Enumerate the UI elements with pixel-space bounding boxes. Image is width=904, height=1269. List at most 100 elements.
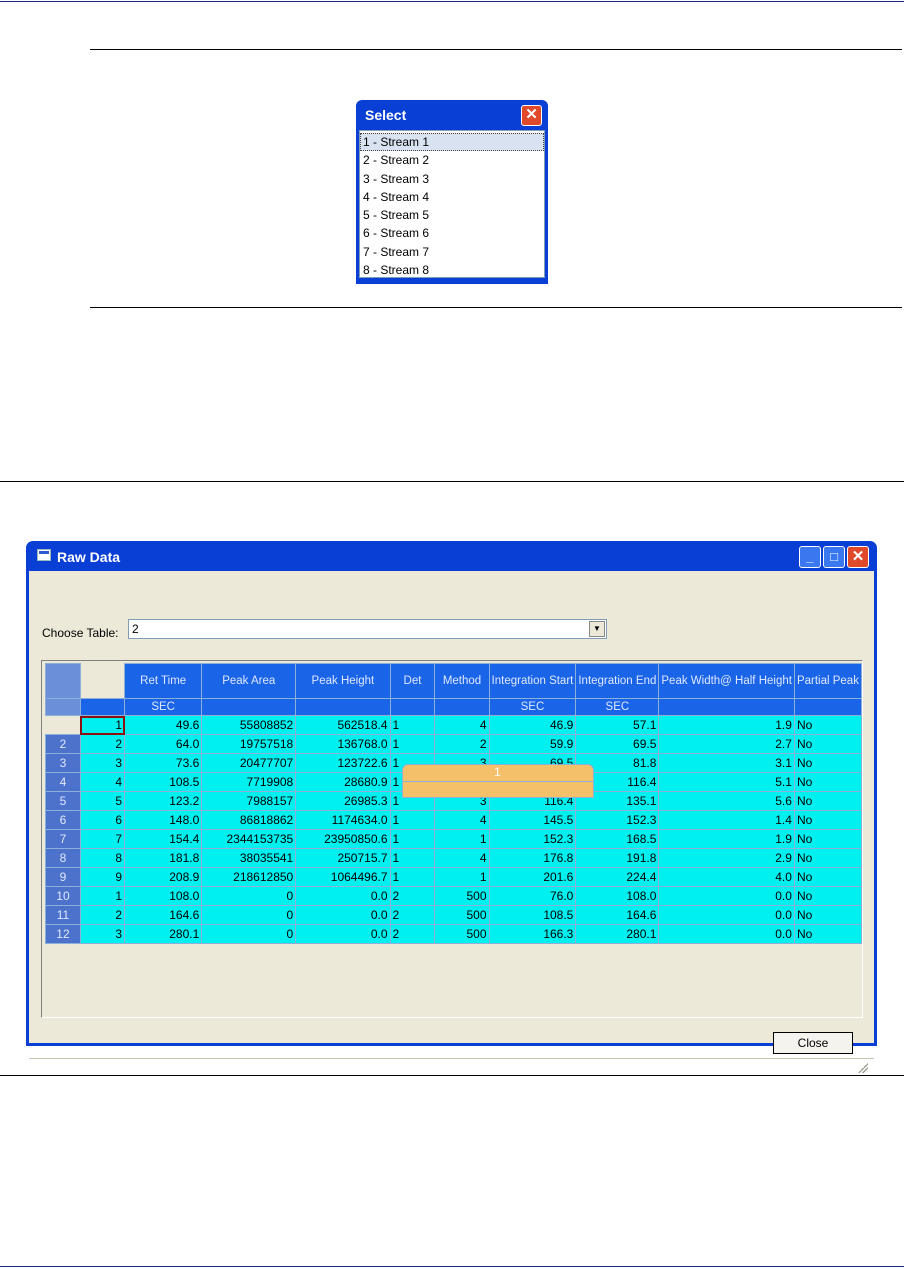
table-cell[interactable]: 5.1 bbox=[658, 772, 795, 792]
table-cell[interactable]: 5.6 bbox=[658, 791, 795, 811]
stream-list-item[interactable]: 6 - Stream 6 bbox=[360, 224, 544, 242]
table-cell[interactable]: 1 bbox=[79, 886, 126, 906]
row-header[interactable]: 2 bbox=[45, 734, 81, 754]
table-cell[interactable]: 20477707 bbox=[201, 753, 297, 773]
table-cell[interactable]: 136768.0 bbox=[295, 734, 391, 754]
table-cell[interactable]: No bbox=[793, 829, 863, 849]
table-cell[interactable]: No bbox=[793, 867, 863, 887]
stream-list[interactable]: 1 - Stream 1 2 - Stream 2 3 - Stream 3 4… bbox=[359, 130, 545, 278]
table-cell[interactable]: 57.1 bbox=[575, 715, 660, 735]
table-cell[interactable]: 7719908 bbox=[201, 772, 297, 792]
table-cell[interactable]: 3 bbox=[79, 924, 126, 944]
table-cell[interactable]: 152.3 bbox=[575, 810, 660, 830]
table-cell[interactable]: 3.1 bbox=[658, 753, 795, 773]
table-cell[interactable]: 280.1 bbox=[124, 924, 203, 944]
column-header[interactable]: Integration Start bbox=[488, 663, 577, 699]
table-cell[interactable]: 2.7 bbox=[658, 734, 795, 754]
table-cell[interactable]: 0.0 bbox=[295, 924, 391, 944]
stream-list-item[interactable]: 1 - Stream 1 bbox=[360, 133, 544, 152]
table-cell[interactable]: 280.1 bbox=[575, 924, 660, 944]
row-header[interactable]: 6 bbox=[45, 810, 81, 830]
table-cell[interactable]: 2 bbox=[79, 734, 126, 754]
table-cell[interactable]: 0.0 bbox=[295, 886, 391, 906]
table-cell[interactable]: 1064496.7 bbox=[295, 867, 391, 887]
table-cell[interactable]: 8 bbox=[79, 848, 126, 868]
table-cell[interactable]: 1174634.0 bbox=[295, 810, 391, 830]
table-cell[interactable]: 164.6 bbox=[575, 905, 660, 925]
table-cell[interactable]: No bbox=[793, 886, 863, 906]
table-cell[interactable]: 5 bbox=[79, 791, 126, 811]
table-cell[interactable]: 4 bbox=[434, 715, 490, 735]
row-header[interactable]: 10 bbox=[45, 886, 81, 906]
table-cell[interactable]: 38035541 bbox=[201, 848, 297, 868]
table-cell[interactable]: 28680.9 bbox=[295, 772, 391, 792]
table-cell[interactable]: 500 bbox=[434, 886, 490, 906]
table-cell[interactable]: 19757518 bbox=[201, 734, 297, 754]
table-cell[interactable]: 9 bbox=[79, 867, 126, 887]
table-cell[interactable]: 562518.4 bbox=[295, 715, 391, 735]
table-cell[interactable]: 0.0 bbox=[658, 905, 795, 925]
close-icon[interactable]: ✕ bbox=[847, 546, 869, 568]
table-cell[interactable]: 201.6 bbox=[488, 867, 577, 887]
table-cell[interactable]: 2 bbox=[389, 886, 436, 906]
select-dialog-titlebar[interactable]: Select ✕ bbox=[359, 100, 545, 130]
table-cell[interactable]: 500 bbox=[434, 924, 490, 944]
table-cell[interactable]: 0 bbox=[201, 905, 297, 925]
stream-list-item[interactable]: 7 - Stream 7 bbox=[360, 243, 544, 261]
row-header[interactable]: 5 bbox=[45, 791, 81, 811]
resize-grip-icon[interactable] bbox=[858, 1063, 868, 1073]
table-cell[interactable]: 0.0 bbox=[658, 886, 795, 906]
table-cell[interactable]: 181.8 bbox=[124, 848, 203, 868]
table-cell[interactable]: 108.5 bbox=[124, 772, 203, 792]
table-cell[interactable]: No bbox=[793, 848, 863, 868]
column-header[interactable]: Method bbox=[434, 663, 490, 699]
table-cell[interactable]: 166.3 bbox=[488, 924, 577, 944]
table-cell[interactable]: 2344153735 bbox=[201, 829, 297, 849]
table-cell[interactable]: 6 bbox=[79, 810, 126, 830]
data-grid[interactable]: Peak No. Ret Time Peak Area Peak Height … bbox=[41, 660, 863, 1018]
raw-data-titlebar[interactable]: Raw Data _ □ ✕ bbox=[29, 541, 874, 571]
table-cell[interactable]: 23950850.6 bbox=[295, 829, 391, 849]
table-cell[interactable]: 208.9 bbox=[124, 867, 203, 887]
column-header[interactable]: Peak Height bbox=[295, 663, 391, 699]
table-cell[interactable]: 168.5 bbox=[575, 829, 660, 849]
stream-list-item[interactable]: 4 - Stream 4 bbox=[360, 188, 544, 206]
row-header[interactable]: 1 bbox=[401, 763, 594, 782]
table-cell[interactable]: 4 bbox=[79, 772, 126, 792]
table-cell[interactable]: 59.9 bbox=[488, 734, 577, 754]
table-cell[interactable]: 191.8 bbox=[575, 848, 660, 868]
table-cell[interactable]: 1 bbox=[389, 829, 436, 849]
stream-list-item[interactable]: 5 - Stream 5 bbox=[360, 206, 544, 224]
table-cell[interactable]: 1 bbox=[434, 829, 490, 849]
table-cell[interactable]: 2 bbox=[434, 734, 490, 754]
table-cell[interactable]: 2 bbox=[79, 905, 126, 925]
table-cell[interactable]: 2 bbox=[389, 905, 436, 925]
table-cell[interactable]: 1.4 bbox=[658, 810, 795, 830]
table-cell[interactable]: 500 bbox=[434, 905, 490, 925]
chevron-down-icon[interactable]: ▼ bbox=[589, 621, 605, 637]
table-cell[interactable]: 152.3 bbox=[488, 829, 577, 849]
table-cell[interactable]: No bbox=[793, 791, 863, 811]
minimize-icon[interactable]: _ bbox=[799, 546, 821, 568]
table-cell[interactable]: 76.0 bbox=[488, 886, 577, 906]
table-cell[interactable]: 1 bbox=[434, 867, 490, 887]
table-cell[interactable]: 7 bbox=[79, 829, 126, 849]
table-cell[interactable]: 145.5 bbox=[488, 810, 577, 830]
table-cell[interactable]: 154.4 bbox=[124, 829, 203, 849]
table-cell[interactable]: 0.0 bbox=[295, 905, 391, 925]
table-cell[interactable]: 26985.3 bbox=[295, 791, 391, 811]
table-cell[interactable]: 1 bbox=[79, 715, 126, 735]
table-cell[interactable]: 148.0 bbox=[124, 810, 203, 830]
table-cell[interactable]: No bbox=[793, 734, 863, 754]
table-cell[interactable]: 64.0 bbox=[124, 734, 203, 754]
table-cell[interactable]: 164.6 bbox=[124, 905, 203, 925]
table-cell[interactable]: 1 bbox=[389, 734, 436, 754]
table-cell[interactable]: 108.0 bbox=[575, 886, 660, 906]
table-cell[interactable]: 1.9 bbox=[658, 715, 795, 735]
table-cell[interactable]: 1.9 bbox=[658, 829, 795, 849]
table-cell[interactable]: 224.4 bbox=[575, 867, 660, 887]
table-cell[interactable]: 0.0 bbox=[658, 924, 795, 944]
table-cell[interactable]: 2.9 bbox=[658, 848, 795, 868]
row-header[interactable]: 3 bbox=[45, 753, 81, 773]
table-cell[interactable]: 250715.7 bbox=[295, 848, 391, 868]
